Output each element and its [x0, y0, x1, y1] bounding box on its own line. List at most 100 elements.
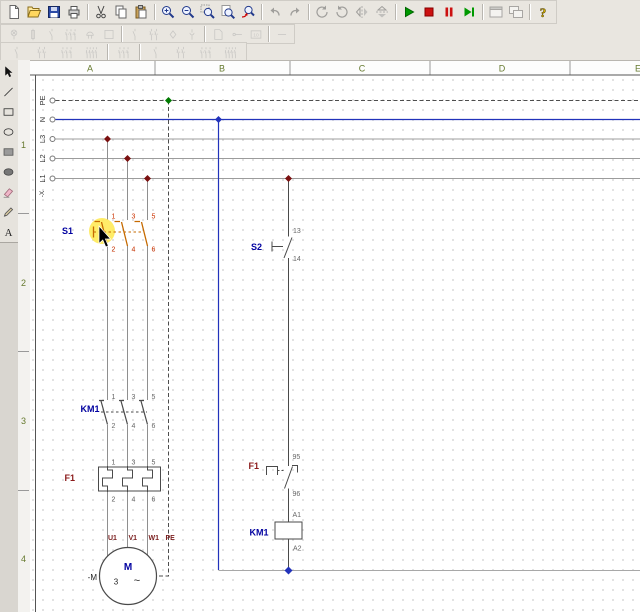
symbol-lamp-icon [7, 28, 21, 41]
contact-toolbar [0, 42, 247, 62]
zoom-previous-icon [240, 4, 256, 20]
simulation-pause-button[interactable] [439, 2, 459, 22]
print-button[interactable] [64, 2, 84, 22]
symbol-enclosure-button [99, 27, 118, 42]
breaker-1-pole-icon [149, 46, 163, 59]
toolbar-row-2 [0, 24, 640, 44]
symbol-node-button [163, 27, 182, 42]
contact-2-pole-icon [35, 46, 49, 59]
toolbar-separator [139, 44, 140, 60]
drawing-toolbox-panel [0, 60, 19, 612]
rotate-left-button [312, 2, 332, 22]
rectangle-tool-button[interactable] [0, 102, 17, 122]
contact-3-pole-linked-button [111, 45, 136, 60]
simulation-pause-icon [441, 4, 457, 20]
symbol-switch-icon [45, 28, 59, 41]
line-tool-button[interactable] [0, 82, 17, 102]
contact-3-pole-linked-icon [117, 46, 131, 59]
zoom-in-button[interactable] [158, 2, 178, 22]
breaker-2-pole-button [168, 45, 193, 60]
select-tool-button[interactable] [0, 62, 17, 82]
help-icon [535, 4, 551, 20]
toolbar-separator [308, 4, 309, 20]
simulation-step-icon [461, 4, 477, 20]
zoom-out-button[interactable] [178, 2, 198, 22]
flip-vertical-button [372, 2, 392, 22]
zoom-window-icon [200, 4, 216, 20]
window-cascade-button [506, 2, 526, 22]
zoom-in-icon [160, 4, 176, 20]
breaker-3-pole-button [193, 45, 218, 60]
eraser-tool-button[interactable] [0, 182, 17, 202]
symbol-node-icon [166, 28, 180, 41]
ellipse-tool-icon [2, 125, 15, 139]
help-button[interactable] [533, 2, 553, 22]
symbol-fuse-icon [26, 28, 40, 41]
symbol-connector-icon [185, 28, 199, 41]
symbol-buzzer-icon [83, 28, 97, 41]
toolbar-separator [529, 4, 530, 20]
toolbar-separator [482, 4, 483, 20]
symbol-aux-switch-button [125, 27, 144, 42]
symbol-buzzer-button [80, 27, 99, 42]
simulation-run-button[interactable] [399, 2, 419, 22]
cut-icon [93, 4, 109, 20]
breaker-1-pole-button [143, 45, 168, 60]
toolbar-separator [87, 4, 88, 20]
symbol-wire-terminal-icon [230, 28, 244, 41]
ellipse-tool-button[interactable] [0, 122, 17, 142]
undo-button [265, 2, 285, 22]
contact-2-pole-button [29, 45, 54, 60]
rectangle-tool-icon [2, 105, 15, 119]
save-button[interactable] [44, 2, 64, 22]
rotate-left-icon [314, 4, 330, 20]
cut-button[interactable] [91, 2, 111, 22]
symbol-grid-10-icon [249, 28, 263, 41]
open-button[interactable] [24, 2, 44, 22]
symbol-dash-icon [275, 28, 289, 41]
symbol-sheet-ref-icon [211, 28, 225, 41]
paste-icon [133, 4, 149, 20]
new-button[interactable] [4, 2, 24, 22]
simulation-step-button[interactable] [459, 2, 479, 22]
select-tool-icon [2, 65, 15, 79]
simulation-run-icon [401, 4, 417, 20]
open-icon [26, 4, 42, 20]
symbol-toolbar [0, 24, 295, 44]
toolbar-row-1 [0, 0, 640, 24]
contact-1-pole-button [4, 45, 29, 60]
rotate-right-button [332, 2, 352, 22]
save-icon [46, 4, 62, 20]
contact-4-pole-icon [85, 46, 99, 59]
symbol-lamp-button [4, 27, 23, 42]
symbol-fuse-button [23, 27, 42, 42]
copy-icon [113, 4, 129, 20]
filled-ellipse-tool-button[interactable] [0, 162, 17, 182]
zoom-window-button[interactable] [198, 2, 218, 22]
print-icon [66, 4, 82, 20]
undo-icon [267, 4, 283, 20]
schematic-canvas[interactable] [30, 60, 640, 612]
flip-horizontal-button [352, 2, 372, 22]
contact-1-pole-icon [10, 46, 24, 59]
contact-4-pole-button [79, 45, 104, 60]
toolbar-separator [395, 4, 396, 20]
filled-rectangle-tool-button[interactable] [0, 142, 17, 162]
symbol-switch-3p-button [61, 27, 80, 42]
rotate-right-icon [334, 4, 350, 20]
symbol-wire-terminal-button [227, 27, 246, 42]
copy-button[interactable] [111, 2, 131, 22]
breaker-4-pole-button [218, 45, 243, 60]
main-toolbar [0, 0, 557, 24]
breaker-4-pole-icon [224, 46, 238, 59]
zoom-previous-button[interactable] [238, 2, 258, 22]
text-tool-button[interactable] [0, 222, 17, 242]
simulation-stop-button[interactable] [419, 2, 439, 22]
symbol-dash-button [272, 27, 291, 42]
pen-tool-button[interactable] [0, 202, 17, 222]
flip-horizontal-icon [354, 4, 370, 20]
drawing-toolbox [0, 60, 18, 243]
paste-button[interactable] [131, 2, 151, 22]
toolbar-separator [154, 4, 155, 20]
zoom-page-button[interactable] [218, 2, 238, 22]
